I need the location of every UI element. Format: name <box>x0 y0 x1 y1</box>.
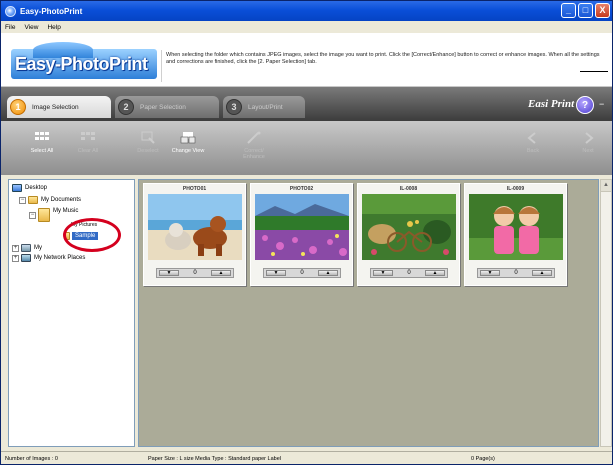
back-arrow-icon <box>527 132 536 144</box>
app-window: Easy-PhotoPrint _ □ X File View Help Eas… <box>0 0 613 465</box>
folder-icon <box>28 196 38 204</box>
clear-all-button[interactable]: Clear All <box>71 131 105 154</box>
grid-clear-icon <box>81 132 95 140</box>
print-count: 0 <box>407 270 411 276</box>
next-arrow-icon <box>585 132 594 144</box>
expand-icon[interactable]: + <box>12 244 19 252</box>
folder-icon <box>38 208 50 222</box>
next-button[interactable]: Next <box>571 131 605 154</box>
tree-item-my-music[interactable]: − My Music <box>29 208 78 222</box>
correct-enhance-button[interactable]: Correct/ Enhance <box>237 131 271 160</box>
window-title: Easy-PhotoPrint <box>20 6 83 16</box>
thumbnail-item[interactable]: IL-0009 ▼ 0 ▲ <box>464 183 567 286</box>
vertical-scrollbar[interactable]: ▲ <box>600 179 612 447</box>
maximize-button[interactable]: □ <box>578 3 593 18</box>
tab-layout-print[interactable]: 3 Layout/Print <box>223 96 305 118</box>
banner: Easy-PhotoPrint When selecting the folde… <box>1 33 612 87</box>
expand-icon[interactable]: + <box>12 254 19 262</box>
help-icon[interactable]: ? <box>576 96 594 114</box>
decrease-button[interactable]: ▼ <box>480 270 500 276</box>
collapse-icon[interactable]: − <box>599 99 604 109</box>
decrease-button[interactable]: ▼ <box>159 270 179 276</box>
app-icon <box>5 5 16 17</box>
thumbnail-area: PHOTO01 ▼ 0 ▲ PHOTO02 ▼ 0 ▲ IL-0008 ▼ 0 … <box>138 179 599 447</box>
tree-item-my-computer[interactable]: + My <box>12 244 42 252</box>
tab-label: Image Selection <box>32 103 79 111</box>
collapse-icon[interactable]: − <box>19 196 26 204</box>
tree-item-my-documents[interactable]: − My Documents <box>19 196 81 204</box>
tab-paper-selection[interactable]: 2 Paper Selection <box>115 96 219 118</box>
decrease-button[interactable]: ▼ <box>266 270 286 276</box>
print-count-control: ▼ 0 ▲ <box>156 268 234 278</box>
thumbnail-image <box>362 194 456 260</box>
increase-button[interactable]: ▲ <box>425 270 445 276</box>
thumbnail-item[interactable]: IL-0008 ▼ 0 ▲ <box>357 183 460 286</box>
wand-icon <box>247 131 261 144</box>
print-count-control: ▼ 0 ▲ <box>263 268 341 278</box>
change-view-button[interactable]: Change View <box>171 131 205 154</box>
thumbnail-image <box>148 194 242 260</box>
step-1-icon: 1 <box>10 99 26 115</box>
tree-item-desktop[interactable]: Desktop <box>12 184 47 192</box>
close-button[interactable]: X <box>595 3 610 18</box>
tree-item-my-network[interactable]: + My Network Places <box>12 254 85 262</box>
menu-help[interactable]: Help <box>47 24 60 31</box>
change-view-icon <box>180 132 196 144</box>
instruction-text: When selecting the folder which contains… <box>161 50 611 82</box>
status-paper-info: Paper Size : L size Media Type : Standar… <box>148 455 281 462</box>
print-count: 0 <box>514 270 518 276</box>
annotation-circle <box>63 218 121 252</box>
tab-bar: 1 Image Selection 2 Paper Selection 3 La… <box>1 87 612 121</box>
tab-label: Layout/Print <box>248 103 283 111</box>
status-bar: Number of Images : 0 Paper Size : L size… <box>1 451 612 464</box>
menu-view[interactable]: View <box>24 24 38 31</box>
minimize-button[interactable]: _ <box>561 3 576 18</box>
network-icon <box>21 254 31 262</box>
print-count-control: ▼ 0 ▲ <box>370 268 448 278</box>
computer-icon <box>21 244 31 252</box>
step-2-icon: 2 <box>118 99 134 115</box>
deselect-button[interactable]: Deselect <box>131 131 165 154</box>
app-logo: Easy-PhotoPrint <box>11 41 157 79</box>
menu-file[interactable]: File <box>5 24 15 31</box>
thumbnail-image <box>469 194 563 260</box>
scroll-up-icon[interactable]: ▲ <box>601 180 611 192</box>
menu-bar: File View Help <box>1 21 612 33</box>
thumbnail-item[interactable]: PHOTO01 ▼ 0 ▲ <box>143 183 246 286</box>
increase-button[interactable]: ▲ <box>211 270 231 276</box>
step-3-icon: 3 <box>226 99 242 115</box>
increase-button[interactable]: ▲ <box>318 270 338 276</box>
print-count: 0 <box>193 270 197 276</box>
grid-select-icon <box>35 132 49 140</box>
brand-logo: Easi Print <box>528 98 575 110</box>
folder-tree: Desktop − My Documents − My Music My Pic… <box>8 179 135 447</box>
back-button[interactable]: Back <box>516 131 550 154</box>
thumbnail-item[interactable]: PHOTO02 ▼ 0 ▲ <box>250 183 353 286</box>
tab-image-selection[interactable]: 1 Image Selection <box>7 96 111 118</box>
toolbar: Select All Clear All Deselect Change Vie… <box>1 121 612 175</box>
print-count: 0 <box>300 270 304 276</box>
thumbnail-image <box>255 194 349 260</box>
tab-label: Paper Selection <box>140 103 186 111</box>
annotation-line <box>580 71 608 72</box>
status-image-count: Number of Images : 0 <box>5 455 58 462</box>
decrease-button[interactable]: ▼ <box>373 270 393 276</box>
title-bar: Easy-PhotoPrint _ □ X <box>1 1 612 21</box>
collapse-icon[interactable]: − <box>29 211 36 219</box>
deselect-icon <box>141 131 155 144</box>
increase-button[interactable]: ▲ <box>532 270 552 276</box>
status-pages: 0 Page(s) <box>471 455 495 462</box>
print-count-control: ▼ 0 ▲ <box>477 268 555 278</box>
select-all-button[interactable]: Select All <box>25 131 59 154</box>
